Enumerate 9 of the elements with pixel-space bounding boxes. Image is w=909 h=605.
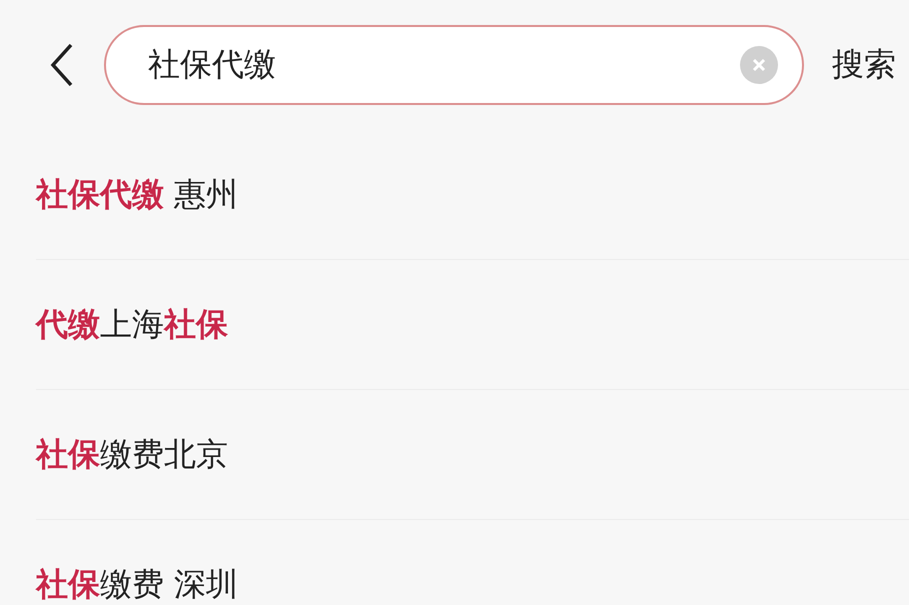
suggestion-item[interactable]: 社保缴费北京: [36, 432, 228, 476]
search-field[interactable]: 社保代缴: [146, 45, 740, 85]
search-button[interactable]: 搜索: [804, 43, 896, 87]
suggestion-item[interactable]: 社保缴费 深圳: [36, 562, 238, 605]
close-icon: [751, 57, 767, 73]
suggestion-item[interactable]: 社保代缴 惠州: [36, 172, 238, 216]
back-icon: [50, 43, 74, 87]
suggestion-item[interactable]: 代缴上海社保: [36, 302, 228, 346]
search-bar[interactable]: 社保代缴: [104, 25, 804, 105]
